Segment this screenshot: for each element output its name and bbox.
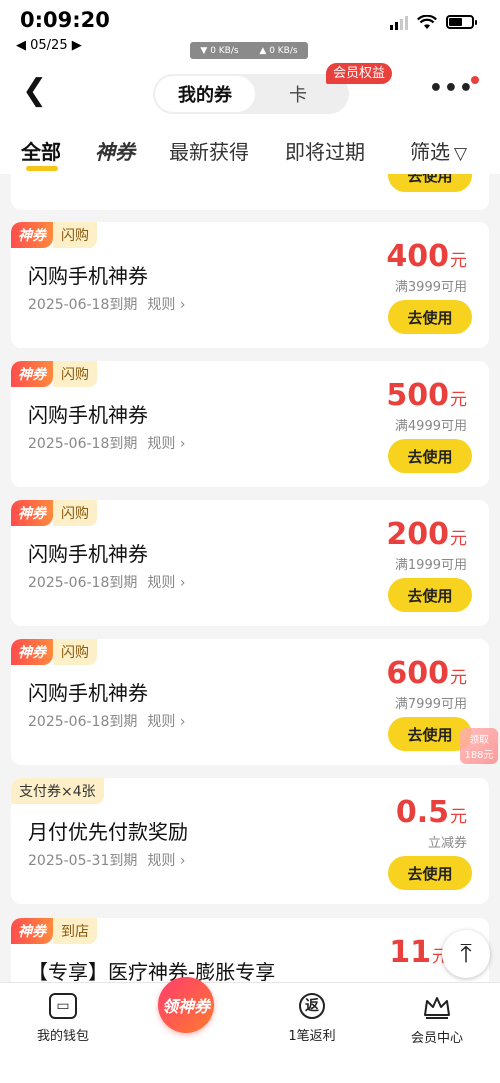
coupon-amount: 600元	[386, 656, 467, 691]
coupon-title: 月付优先付款奖励	[28, 820, 188, 844]
coupon-amount: 400元	[386, 239, 467, 274]
coupon-meta: 2025-06-18到期 规则 ›	[28, 711, 185, 731]
coupon-meta: 2025-05-31到期 规则 ›	[28, 850, 185, 870]
coupon-title: 闪购手机神券	[28, 681, 148, 705]
nav-label: 会员中心	[410, 1031, 463, 1046]
network-speed: ▼ 0 KB/s ▲ 0 KB/s	[190, 42, 308, 59]
floating-promo-line2: 188元	[464, 750, 494, 761]
status-bar: 0:09:20 ◀ 05/25 ▶ ▼ 0 KB/s ▲ 0 KB/s	[0, 0, 500, 62]
coupon-card[interactable]: 神券 闪购 闪购手机神券 2025-06-18到期 规则 › 400元 满3999可…	[11, 222, 489, 348]
segment-cards[interactable]: 卡	[273, 76, 323, 112]
notification-dot	[471, 76, 479, 84]
coupon-meta: 2025-06-18到期 规则 ›	[28, 433, 185, 453]
more-icon[interactable]: •••	[429, 78, 474, 100]
pay-coupon-card[interactable]: 支付券×4张 月付优先付款奖励 2025-05-31到期 规则 › 0.5元 立减…	[11, 778, 489, 904]
tab-all[interactable]: 全部	[21, 136, 61, 165]
rules-link[interactable]: 规则 ›	[147, 853, 185, 869]
type-tag: 闪购	[53, 361, 97, 387]
coupon-title: 闪购手机神券	[28, 264, 148, 288]
coupon-card[interactable]: 神券 闪购 闪购手机神券 2025-06-18到期 规则 › 600元 满7999可…	[11, 639, 489, 765]
coupon-title: 闪购手机神券	[28, 403, 148, 427]
coupon-expiry: 2025-06-18到期	[28, 297, 138, 313]
status-time: 0:09:20	[20, 8, 110, 32]
status-date: ◀ 05/25 ▶	[16, 38, 82, 53]
coupon-amount: 500元	[386, 378, 467, 413]
segment-control: 我的券 卡	[153, 74, 349, 114]
coupon-condition: 满3999可用	[394, 280, 467, 295]
nav-member-center[interactable]: 会员中心	[387, 993, 487, 1046]
coupon-card[interactable]: 神券 到店 【专享】医疗神券-膨胀专享 11元	[11, 918, 489, 982]
coupon-condition: 满1999可用	[394, 558, 467, 573]
get-shenquan-button[interactable]: 领神券	[158, 977, 214, 1033]
coupon-expiry: 2025-05-31到期	[28, 853, 138, 869]
floating-promo-widget[interactable]: 领取 188元	[460, 728, 498, 764]
shenquan-tag: 神券	[11, 639, 53, 665]
rules-link[interactable]: 规则 ›	[147, 297, 185, 313]
coupon-list: 去使用 神券 闪购 闪购手机神券 2025-06-18到期 规则 › 400元 满3…	[0, 174, 500, 982]
filter-icon: ▽	[454, 144, 468, 164]
coupon-card[interactable]: 神券 闪购 闪购手机神券 2025-06-18到期 规则 › 200元 满1999可…	[11, 500, 489, 626]
wifi-icon	[417, 14, 437, 29]
status-icons	[390, 14, 477, 30]
rules-link[interactable]: 规则 ›	[147, 714, 185, 730]
coupon-title: 【专享】医疗神券-膨胀专享	[28, 960, 276, 982]
floating-promo-line1: 领取	[469, 735, 489, 746]
vip-benefits-badge[interactable]: 会员权益	[326, 63, 393, 84]
download-speed: ▼ 0 KB/s	[200, 45, 239, 56]
coupon-condition: 立减券	[427, 836, 467, 851]
use-button[interactable]: 去使用	[388, 578, 472, 612]
coupon-card[interactable]: 神券 闪购 闪购手机神券 2025-06-18到期 规则 › 500元 满4999可…	[11, 361, 489, 487]
coupon-expiry: 2025-06-18到期	[28, 714, 138, 730]
coupon-expiry: 2025-06-18到期	[28, 575, 138, 591]
header: ❮ 我的券 卡	[0, 62, 500, 122]
segment-my-coupons[interactable]: 我的券	[155, 76, 255, 112]
coupon-card-partial: 去使用	[11, 174, 489, 210]
bottom-nav: ▭ 我的钱包 领神券 返 1笔返利 会员中心	[0, 977, 500, 1083]
coupon-amount: 200元	[386, 517, 467, 552]
upload-speed: ▲ 0 KB/s	[259, 45, 298, 56]
shenquan-tag: 神券	[11, 918, 53, 944]
use-button[interactable]: 去使用	[388, 174, 472, 192]
coupon-condition: 满7999可用	[394, 697, 467, 712]
type-tag: 到店	[53, 918, 97, 944]
type-tag: 闪购	[53, 222, 97, 248]
coupon-amount: 11元	[389, 935, 449, 970]
crown-icon	[424, 997, 450, 1019]
tab-shenquan[interactable]: 神券	[95, 136, 135, 165]
shenquan-tag: 神券	[11, 500, 53, 526]
use-button[interactable]: 去使用	[388, 439, 472, 473]
type-tag: 闪购	[53, 500, 97, 526]
back-icon[interactable]: ❮	[22, 76, 47, 106]
nav-label: 我的钱包	[36, 1029, 89, 1044]
tab-active-indicator	[26, 166, 58, 171]
rules-link[interactable]: 规则 ›	[147, 575, 185, 591]
battery-icon	[446, 15, 477, 29]
wallet-icon: ▭	[49, 993, 77, 1019]
nav-wallet[interactable]: ▭ 我的钱包	[13, 993, 113, 1044]
pay-coupon-tag: 支付券×4张	[11, 778, 104, 804]
rebate-icon: 返	[299, 993, 325, 1019]
shenquan-tag: 神券	[11, 222, 53, 248]
nav-label: 1笔返利	[288, 1029, 336, 1044]
nav-rebate[interactable]: 返 1笔返利	[262, 993, 362, 1044]
coupon-meta: 2025-06-18到期 规则 ›	[28, 572, 185, 592]
use-button[interactable]: 去使用	[388, 856, 472, 890]
coupon-amount: 0.5元	[395, 795, 467, 830]
coupon-expiry: 2025-06-18到期	[28, 436, 138, 452]
coupon-title: 闪购手机神券	[28, 542, 148, 566]
tab-expiring[interactable]: 即将过期	[285, 136, 365, 165]
signal-icon	[390, 14, 408, 30]
type-tag: 闪购	[53, 639, 97, 665]
back-to-top-icon[interactable]: ⤒	[442, 930, 490, 978]
shenquan-tag: 神券	[11, 361, 53, 387]
coupon-meta: 2025-06-18到期 规则 ›	[28, 294, 185, 314]
filter-label: 筛选	[410, 140, 450, 164]
coupon-condition: 满4999可用	[394, 419, 467, 434]
use-button[interactable]: 去使用	[388, 300, 472, 334]
tab-filter[interactable]: 筛选 ▽	[410, 136, 467, 165]
filter-tabs: 全部 神券 最新获得 即将过期 筛选 ▽	[0, 122, 500, 174]
tab-latest[interactable]: 最新获得	[169, 136, 249, 165]
rules-link[interactable]: 规则 ›	[147, 436, 185, 452]
